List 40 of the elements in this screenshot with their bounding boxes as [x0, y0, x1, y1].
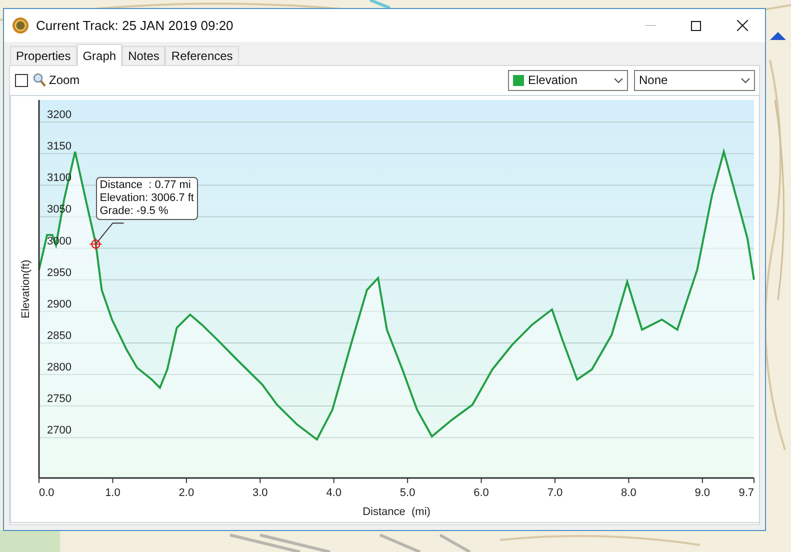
x-tick-label: 0.0: [39, 487, 54, 499]
dropdown[interactable]: Elevation: [508, 70, 628, 90]
y-tick-label: 2700: [47, 424, 72, 437]
tab[interactable]: Notes: [122, 46, 166, 65]
y-tick-label: 3200: [47, 109, 72, 122]
chevron-down-icon: [741, 78, 750, 82]
x-tick-label: 7.0: [547, 487, 563, 499]
tab[interactable]: Properties: [10, 46, 77, 65]
x-tick-label: 2.0: [178, 487, 194, 499]
y-tick-label: 2900: [47, 298, 72, 310]
minimize-icon: [644, 25, 656, 26]
window-title: Current Track: 25 JAN 2019 09:20: [36, 16, 234, 35]
zoom-checkbox[interactable]: [15, 74, 28, 86]
track-logo-icon: [12, 17, 29, 34]
x-axis-title: Distance (mi): [362, 506, 430, 518]
crosshair-marker-icon: [89, 238, 102, 251]
data-tooltip: Distance : 0.77 mi Elevation: 3006.7 ft Grade: -9.5 %: [96, 177, 198, 220]
leader-line: [95, 222, 124, 245]
y-tick-label: 2850: [47, 330, 72, 342]
x-tick-label: 5.0: [400, 487, 416, 499]
magnifier-icon: [33, 73, 46, 87]
maximize-icon: [691, 20, 701, 30]
y-tick-label: 2950: [47, 266, 72, 279]
tab[interactable]: Graph: [76, 44, 122, 66]
x-tick-label: 4.0: [326, 487, 342, 499]
x-tick-label: 8.0: [621, 487, 636, 499]
y-tick-label: 2750: [47, 393, 72, 406]
close-icon: [736, 20, 748, 31]
x-tick-label: 6.0: [474, 487, 489, 499]
x-tick-label: 9.7: [738, 487, 754, 499]
y-tick-label: 2800: [47, 362, 72, 374]
x-tick-label: 3.0: [252, 487, 268, 499]
x-tick-label: 9.0: [694, 487, 710, 499]
y-tick-label: 3150: [47, 140, 72, 153]
tab[interactable]: References: [165, 46, 239, 65]
x-tick-label: 1.0: [105, 487, 120, 499]
dropdown[interactable]: None: [634, 70, 755, 90]
y-axis-title: Elevation(ft): [20, 260, 32, 318]
chevron-down-icon: [614, 78, 623, 82]
zoom-label: Zoom: [49, 72, 80, 89]
